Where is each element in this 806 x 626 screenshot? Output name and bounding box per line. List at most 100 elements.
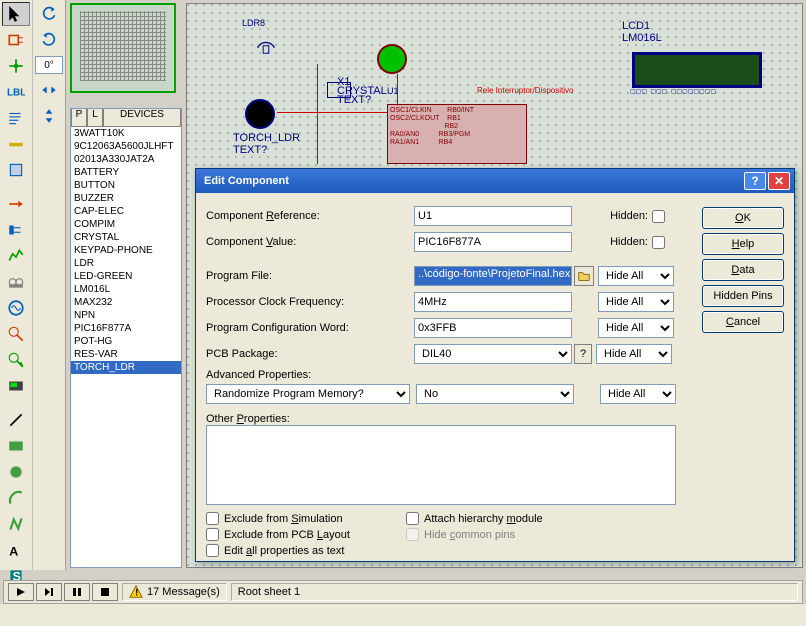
prog-file-input[interactable]: ..\código-fonte\ProjetoFinal.hex xyxy=(414,266,572,286)
comp-ref-input[interactable] xyxy=(414,206,572,226)
circle-tool[interactable] xyxy=(2,460,30,484)
current-probe-tool[interactable] xyxy=(2,348,30,372)
device-item[interactable]: MAX232 xyxy=(71,296,181,309)
pcb-pkg-browse-button[interactable]: ? xyxy=(574,344,592,364)
hidden-label-1: Hidden: xyxy=(608,210,648,222)
clock-freq-hide-select[interactable]: Hide All xyxy=(598,292,674,312)
text-tool[interactable]: A xyxy=(2,538,30,562)
comp-ref-hidden-checkbox[interactable] xyxy=(652,210,665,223)
rotate-cw-tool[interactable] xyxy=(35,2,63,26)
rotate-ccw-tool[interactable] xyxy=(35,28,63,52)
comp-val-hidden-checkbox[interactable] xyxy=(652,236,665,249)
other-props-textarea[interactable] xyxy=(206,425,676,505)
device-item[interactable]: CRYSTAL xyxy=(71,231,181,244)
device-item[interactable]: 9C12063A5600JLHFT xyxy=(71,140,181,153)
subcircuit-tool[interactable] xyxy=(2,158,30,182)
device-item[interactable]: BUTTON xyxy=(71,179,181,192)
cancel-button[interactable]: Cancel xyxy=(702,311,784,333)
voltage-source-component[interactable] xyxy=(377,44,407,74)
pcb-pkg-select[interactable]: DIL40 xyxy=(414,344,572,364)
device-item[interactable]: LDR xyxy=(71,257,181,270)
bus-tool[interactable] xyxy=(2,132,30,156)
torch-ldr-component[interactable] xyxy=(245,99,275,129)
attach-hier-checkbox[interactable] xyxy=(406,512,419,525)
device-item[interactable]: BUZZER xyxy=(71,192,181,205)
device-item[interactable]: RES-VAR xyxy=(71,348,181,361)
instruments-tool[interactable] xyxy=(2,374,30,398)
flip-horiz-tool[interactable] xyxy=(35,78,63,102)
help-button[interactable]: Help xyxy=(702,233,784,255)
device-item[interactable]: 3WATT10K xyxy=(71,127,181,140)
messages-text: 17 Message(s) xyxy=(147,586,220,598)
device-item[interactable]: TORCH_LDR xyxy=(71,361,181,374)
data-button[interactable]: Data xyxy=(702,259,784,281)
device-item[interactable]: KEYPAD-PHONE xyxy=(71,244,181,257)
flip-vert-tool[interactable] xyxy=(35,104,63,128)
stop-button[interactable] xyxy=(92,583,118,601)
sheet-status: Root sheet 1 xyxy=(231,583,798,601)
rotation-degree-input[interactable] xyxy=(35,56,63,74)
ok-button[interactable]: OK xyxy=(702,207,784,229)
voltage-probe-tool[interactable] xyxy=(2,322,30,346)
device-item[interactable]: LED-GREEN xyxy=(71,270,181,283)
edit-all-checkbox[interactable] xyxy=(206,544,219,557)
dialog-help-icon[interactable]: ? xyxy=(744,172,766,190)
path-tool[interactable] xyxy=(2,512,30,536)
arc-tool[interactable] xyxy=(2,486,30,510)
lcd-component[interactable]: LCD1LM016L ▢▢▢ ▢▢▢ ▢▢▢▢▢▢▢▢ xyxy=(622,20,782,100)
exclude-pcb-checkbox[interactable] xyxy=(206,528,219,541)
clock-freq-input[interactable] xyxy=(414,292,572,312)
sounder-component[interactable] xyxy=(252,29,280,59)
device-pin-tool[interactable] xyxy=(2,218,30,242)
messages-status[interactable]: ! 17 Message(s) xyxy=(122,583,227,601)
config-word-hide-select[interactable]: Hide All xyxy=(598,318,674,338)
prog-file-hide-select[interactable]: Hide All xyxy=(598,266,674,286)
component-tool[interactable] xyxy=(2,28,30,52)
junction-tool[interactable] xyxy=(2,54,30,78)
lcd-ref-label: LCD1LM016L xyxy=(622,20,782,44)
exclude-sim-label: Exclude from Simulation xyxy=(224,513,343,525)
devices-list[interactable]: 3WATT10K9C12063A5600JLHFT02013A330JAT2AB… xyxy=(71,127,181,374)
config-word-input[interactable] xyxy=(414,318,572,338)
generator-tool[interactable] xyxy=(2,296,30,320)
torch-label: TORCH_LDRTEXT? xyxy=(233,132,300,156)
devices-tab-p[interactable]: P xyxy=(71,109,87,127)
adv-prop-name-select[interactable]: Randomize Program Memory? xyxy=(206,384,410,404)
device-item[interactable]: 02013A330JAT2A xyxy=(71,153,181,166)
dialog-titlebar[interactable]: Edit Component ? ✕ xyxy=(196,169,794,193)
mcu-component[interactable]: OSC1/CLKIN RB0/INTOSC2/CLKOUT RB1 RB2RA0… xyxy=(387,104,527,164)
terminal-tool[interactable] xyxy=(2,192,30,216)
prog-file-browse-button[interactable] xyxy=(574,266,594,286)
text-script-tool[interactable] xyxy=(2,106,30,130)
svg-text:!: ! xyxy=(135,588,138,599)
device-item[interactable]: BATTERY xyxy=(71,166,181,179)
device-item[interactable]: CAP-ELEC xyxy=(71,205,181,218)
device-item[interactable]: COMPIM xyxy=(71,218,181,231)
adv-prop-val-select[interactable]: No xyxy=(416,384,574,404)
device-item[interactable]: LM016L xyxy=(71,283,181,296)
step-button[interactable] xyxy=(36,583,62,601)
hidden-pins-button[interactable]: Hidden Pins xyxy=(702,285,784,307)
device-item[interactable]: NPN xyxy=(71,309,181,322)
device-item[interactable]: POT-HG xyxy=(71,335,181,348)
graph-tool[interactable] xyxy=(2,244,30,268)
pause-button[interactable] xyxy=(64,583,90,601)
overview-thumbnail[interactable] xyxy=(70,3,176,93)
pcb-pkg-hide-select[interactable]: Hide All xyxy=(596,344,672,364)
pcb-pkg-label: PCB Package: xyxy=(206,348,414,360)
prog-file-label: Program File: xyxy=(206,270,414,282)
comp-val-input[interactable] xyxy=(414,232,572,252)
devices-tab-l[interactable]: L xyxy=(87,109,103,127)
line-tool[interactable] xyxy=(2,408,30,432)
dialog-close-icon[interactable]: ✕ xyxy=(768,172,790,190)
attach-hier-label: Attach hierarchy module xyxy=(424,513,543,525)
ldr-ref-label: LDR8 xyxy=(242,18,265,28)
label-tool[interactable]: LBL xyxy=(2,80,30,104)
adv-prop-hide-select[interactable]: Hide All xyxy=(600,384,676,404)
play-button[interactable] xyxy=(8,583,34,601)
device-item[interactable]: PIC16F877A xyxy=(71,322,181,335)
tape-tool[interactable] xyxy=(2,270,30,294)
rect-tool[interactable] xyxy=(2,434,30,458)
pointer-tool[interactable] xyxy=(2,2,30,26)
exclude-sim-checkbox[interactable] xyxy=(206,512,219,525)
